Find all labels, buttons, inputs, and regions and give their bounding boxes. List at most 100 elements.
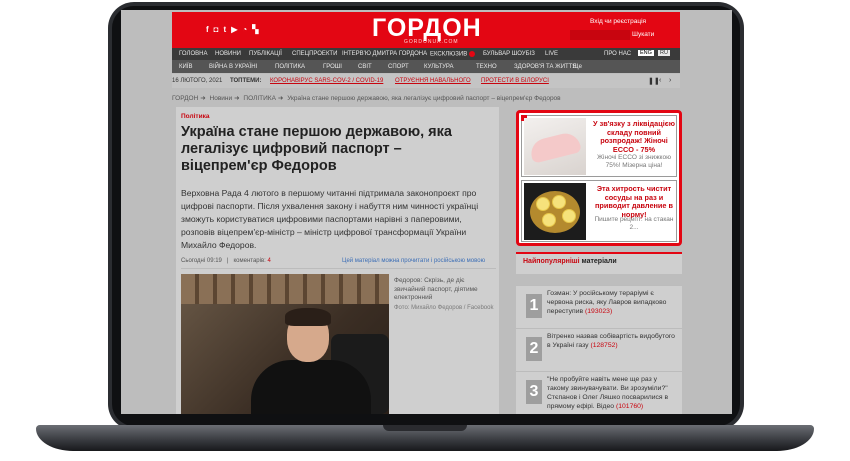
nav-item-home[interactable]: ГОЛОВНА (179, 51, 207, 57)
pause-icon[interactable]: ❚❚ (648, 77, 660, 85)
view-count: (101760) (615, 403, 644, 410)
lemon-shape (542, 213, 556, 227)
ad-title[interactable]: У зв'язку з ліквідацією складу повний ро… (592, 119, 676, 154)
shoe-icon (528, 130, 582, 164)
photo-person-hair (285, 308, 331, 326)
popular-item-text[interactable]: Вітренко назвав собівартість видобутого … (547, 332, 679, 350)
nav-item-live[interactable]: LIVE (545, 51, 558, 57)
lang-eng[interactable]: ENG (638, 50, 654, 56)
nav-item-culture[interactable]: КУЛЬТУРА (424, 64, 454, 70)
breadcrumb-news[interactable]: Новини (210, 95, 233, 102)
topic-link[interactable]: ПРОТЕСТИ В БІЛОРУСІ (481, 78, 549, 84)
ad-description: Пишите рецепт: на стакан 2... (594, 216, 674, 231)
photo-bookshelf (181, 274, 389, 304)
popular-item[interactable]: 3 "Не пробуйте навіть мене ще раз у тако… (516, 371, 682, 414)
popular-item-text[interactable]: "Не пробуйте навіть мене ще раз у такому… (547, 375, 679, 411)
nav-item-war[interactable]: ВІЙНА В УКРАЇНІ (209, 64, 257, 70)
comments-count[interactable]: 4 (268, 258, 271, 264)
popular-item[interactable]: 2 Вітренко назвав собівартість видобутог… (516, 328, 682, 371)
current-date: 16 ЛЮТОГО, 2021 (172, 78, 223, 84)
nav-item-money[interactable]: ГРОШІ (323, 64, 342, 70)
article-lead: Верховна Рада 4 лютого в першому читанні… (181, 188, 479, 250)
breadcrumb-section[interactable]: ПОЛІТИКА (243, 95, 276, 102)
site-logo-subtitle: GORDONUA.COM (404, 39, 459, 45)
nav-item-world[interactable]: СВІТ (358, 64, 372, 70)
chevron-right-icon[interactable]: › (669, 77, 671, 84)
article: Політика Україна стане першою державою, … (176, 107, 499, 414)
top-themes-bar: 16 ЛЮТОГО, 2021 ТОПТЕМИ: КОРОНАВІРУС SAR… (172, 74, 680, 88)
flipboard-icon[interactable]: ▚ (252, 26, 258, 34)
nav-item-about[interactable]: ПРО НАС (604, 51, 631, 57)
twitter-icon[interactable]: t (224, 26, 227, 34)
popular-rank: 1 (526, 294, 542, 318)
popular-item[interactable]: 1 Гозман: У російському тераріумі є черв… (516, 285, 682, 328)
nav-item-sport[interactable]: СПОРТ (388, 64, 409, 70)
youtube-icon[interactable]: ▶ (231, 26, 237, 34)
article-meta: Сьогодні 09:19 | коментарів: 4 (181, 258, 271, 264)
nav-item-kyiv[interactable]: КИЇВ (179, 64, 192, 70)
topic-link[interactable]: ОТРУЄННЯ НАВАЛЬНОГО (395, 78, 471, 84)
site-header: f ◘ t ▶ ◔ ▚ ГОРДОН GORDONUA.COM Вхід чи … (172, 12, 680, 48)
article-photo (181, 274, 389, 414)
lemon-shape (562, 209, 576, 223)
view-count: (128752) (590, 342, 618, 349)
secondary-nav: КИЇВ ВІЙНА В УКРАЇНІ ПОЛІТИКА ГРОШІ СВІТ… (172, 60, 680, 73)
arrow-right-icon: ➜ (200, 95, 206, 102)
login-link[interactable]: Вхід чи реєстрація (590, 18, 646, 25)
popular-rank: 2 (526, 337, 542, 361)
popular-rank: 3 (526, 380, 542, 404)
top-themes-label: ТОПТЕМИ: (230, 78, 262, 84)
nav-item-specprojects[interactable]: СПЕЦПРОЕКТИ (292, 51, 337, 57)
photo-caption: Федоров: Скрізь, де діє звичайний паспор… (394, 277, 478, 301)
nav-item-techno[interactable]: ТЕХНО (476, 64, 497, 70)
breadcrumb: ГОРДОН ➜ Новини ➜ ПОЛІТИКА ➜ Україна стане … (172, 94, 563, 102)
breadcrumb-home[interactable]: ГОРДОН (172, 95, 198, 102)
lemon-shape (552, 195, 566, 209)
article-rubric[interactable]: Політика (181, 113, 209, 120)
nav-item-showbiz[interactable]: БУЛЬВАР ШОУБІЗ (483, 51, 535, 57)
nav-item-publications[interactable]: ПУБЛІКАЦІЇ (249, 51, 282, 57)
ad-description: Жіночі ECCO зі знижкою 75%! Мізерна ціна… (597, 154, 671, 169)
browser-viewport: f ◘ t ▶ ◔ ▚ ГОРДОН GORDONUA.COM Вхід чи … (121, 10, 732, 414)
topic-link[interactable]: КОРОНАВІРУС SARS-COV-2 / COVID-19 (270, 78, 383, 84)
rss-icon[interactable]: ◔ (242, 26, 247, 34)
ad-item[interactable]: У зв'язку з ліквідацією складу повний ро… (521, 115, 677, 177)
search-button[interactable]: Шукати (632, 31, 654, 38)
nav-item-health[interactable]: ЗДОРОВ'Я ТА ЖИТТЯ (514, 64, 577, 70)
popular-title-rest: матеріали (581, 258, 617, 265)
popular-item-text[interactable]: Гозман: У російському тераріумі є червон… (547, 289, 679, 316)
arrow-right-icon: ➜ (277, 95, 284, 102)
ad-image-lemons[interactable] (524, 183, 586, 240)
nav-item-exclusive[interactable]: ЕКСКЛЮЗИВ (430, 51, 476, 58)
comments-label: коментарів: (233, 258, 266, 264)
popular-title-accent: Найпопулярніші (523, 258, 580, 265)
chevron-left-icon[interactable]: ‹ (659, 77, 661, 84)
nav-item-interviews[interactable]: ІНТЕРВ'Ю ДМИТРА ГОРДОНА (342, 51, 427, 57)
meta-separator: | (223, 258, 232, 264)
ad-block: У зв'язку з ліквідацією складу повний ро… (516, 110, 682, 246)
social-icons: f ◘ t ▶ ◔ ▚ (206, 26, 258, 34)
exclusive-badge-icon (469, 51, 476, 57)
view-count: (193023) (585, 308, 613, 315)
nav-item-news[interactable]: НОВИНИ (215, 51, 241, 57)
ad-item[interactable]: Эта хитрость чистит сосуды на раз и прив… (521, 180, 677, 242)
arrow-right-icon: ➜ (234, 95, 240, 102)
article-headline: Україна стане першою державою, яка легал… (181, 124, 452, 174)
nav-item-politics[interactable]: ПОЛІТИКА (275, 64, 305, 70)
nav-item-more[interactable]: Ще (573, 64, 582, 70)
ad-title[interactable]: Эта хитрость чистит сосуды на раз и прив… (592, 184, 676, 219)
photo-credit: Фото: Михайло Федоров / Facebook (394, 305, 494, 311)
instagram-icon[interactable]: ◘ (214, 26, 219, 34)
sidebar: У зв'язку з ліквідацією складу повний ро… (516, 107, 682, 414)
lemon-shape (536, 197, 550, 211)
ad-image-shoes[interactable] (524, 118, 586, 175)
divider (181, 268, 496, 269)
search-input[interactable] (570, 30, 630, 40)
translate-link[interactable]: Цей матеріал можна прочитати і російсько… (342, 258, 485, 264)
facebook-icon[interactable]: f (206, 26, 209, 34)
primary-nav: ГОЛОВНА НОВИНИ ПУБЛІКАЦІЇ СПЕЦПРОЕКТИ ІН… (172, 48, 680, 60)
article-time: Сьогодні 09:19 (181, 258, 222, 264)
lang-ru[interactable]: RU (658, 50, 670, 56)
laptop-notch (383, 425, 467, 431)
breadcrumb-current: Україна стане першою державою, яка легал… (287, 95, 561, 102)
